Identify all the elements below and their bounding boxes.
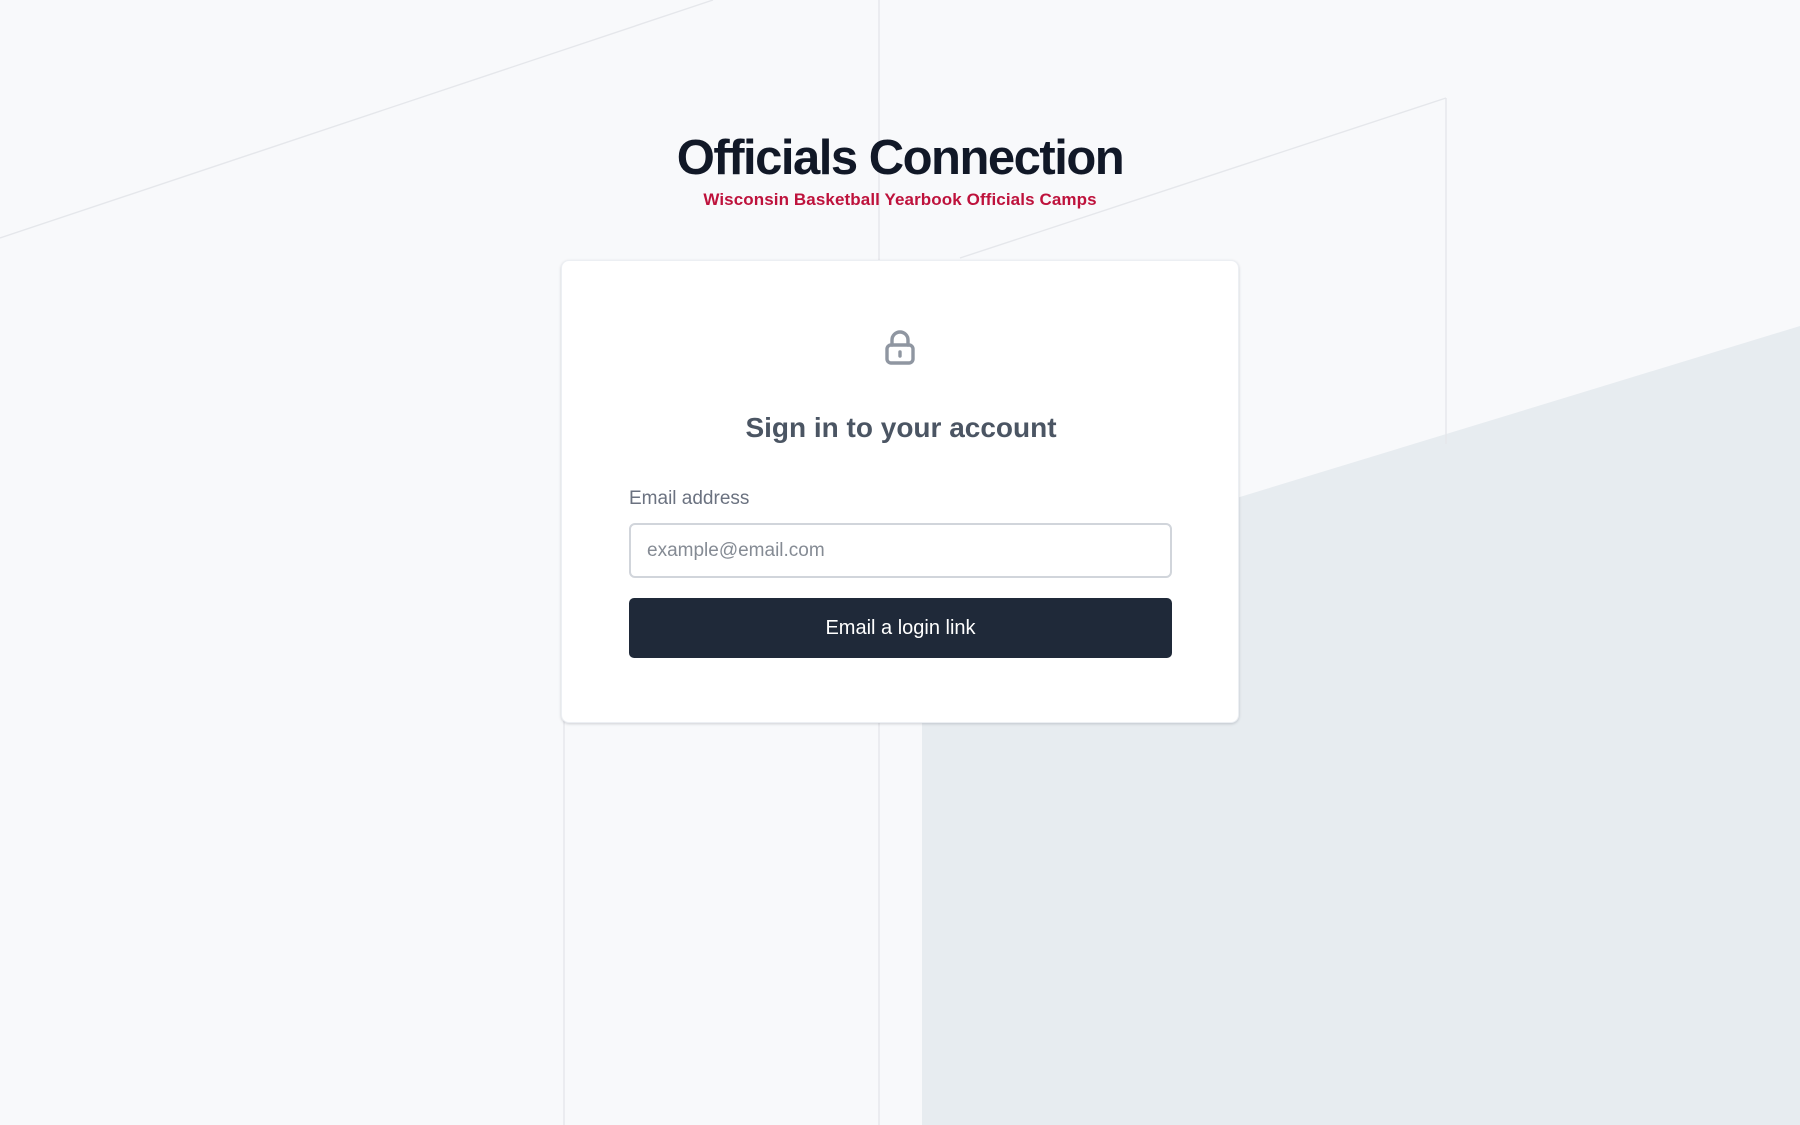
- login-header: Officials Connection Wisconsin Basketbal…: [0, 128, 1800, 211]
- email-label: Email address: [629, 488, 750, 509]
- lock-icon: [885, 330, 915, 365]
- sign-in-card: Sign in to your account Email address Em…: [561, 260, 1239, 723]
- sign-in-heading: Sign in to your account: [745, 412, 1057, 444]
- email-input[interactable]: [629, 523, 1172, 578]
- app-title: Officials Connection: [676, 131, 1125, 185]
- login-page: Officials Connection Wisconsin Basketbal…: [0, 0, 1800, 1125]
- email-login-link-button[interactable]: Email a login link: [629, 598, 1172, 658]
- app-subtitle: Wisconsin Basketball Yearbook Officials …: [703, 190, 1097, 209]
